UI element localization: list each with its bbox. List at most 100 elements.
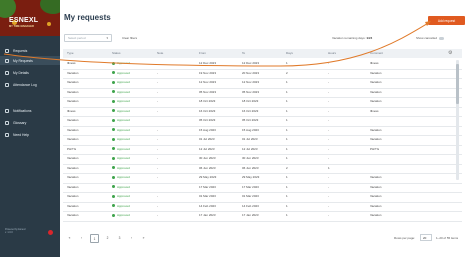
cell-type: Vacation [67,213,79,217]
cell-status: Approved [112,59,130,69]
clear-filters-link[interactable]: Clear filters [122,36,137,40]
book-icon [5,120,9,125]
status-text: Approved [117,118,130,122]
cell-status: Approved [112,192,130,202]
cell-from: 16 Oct 2023 [199,108,216,113]
column-header-comment[interactable]: Comment [370,49,383,58]
cell-days: 1 [286,156,288,160]
sidebar-item-my-details[interactable]: My Details [0,68,60,77]
cell-days: 1 [286,175,288,179]
sidebar-item-glossary[interactable]: Glossary [0,118,60,127]
cell-status: Approved [112,145,130,155]
cell-status: Approved [112,69,130,79]
cell-from: 12 Jul 2023 [199,146,215,151]
cell-type: Vacation [67,156,79,160]
prev-page-button[interactable]: ‹ [78,234,85,241]
cell-from: 19 Nov 2023 [199,70,217,75]
cell-hours: - [328,194,329,198]
cell-status: Approved [112,126,130,136]
cell-comment: Vacation [370,203,382,208]
column-header-type[interactable]: Type [67,49,74,58]
cell-comment: Vacation [370,194,382,198]
sidebar-item-notifications[interactable]: Notifications [0,106,60,115]
column-header-from[interactable]: From [199,49,206,58]
cell-note: - [157,108,158,113]
rows-per-page-select[interactable]: 20 [420,234,432,241]
status-text: Approved [117,175,130,179]
sidebar-item-my-requests[interactable]: My Requests [0,56,60,65]
check-circle-icon [112,147,115,151]
cell-days: 1 [286,127,288,132]
scrollbar[interactable] [456,60,459,180]
cell-from: 30 Jun 2023 [199,156,216,160]
check-circle-icon [112,61,115,65]
next-page-button[interactable]: › [128,234,135,241]
cell-note: - [157,203,158,208]
cell-to: 15 Aug 2023 [242,127,259,132]
cell-to: 05 Oct 2023 [242,118,259,122]
cell-status: Approved [112,164,130,174]
bell-icon [5,108,9,113]
cell-status: Approved [112,88,130,98]
gear-icon[interactable]: ⚙ [448,50,454,56]
cell-type: Vacation [67,165,79,170]
cell-days: 1 [286,203,288,208]
scrollbar-thumb[interactable] [456,64,459,104]
cell-note: - [157,137,158,141]
cell-type: PH/TG [67,146,77,151]
period-placeholder: Select period [68,36,86,40]
cell-type: Vacation [67,70,79,75]
check-circle-icon [112,204,115,208]
cell-note: - [157,127,158,132]
notification-badge-icon[interactable] [48,230,53,235]
sidebar-item-label: My Details [13,70,29,75]
cell-to: 20 Nov 2023 [242,70,260,75]
sidebar-item-label: Attendance Log [13,82,37,87]
cell-hours: - [328,127,329,132]
add-request-button[interactable]: Add request [428,16,465,25]
first-page-button[interactable]: « [66,234,73,241]
column-header-status[interactable]: Status [112,49,121,58]
cell-hours: - [328,61,329,65]
cell-to: 16 Oct 2023 [242,108,259,113]
cell-hours: - [328,99,329,103]
cell-hours: - [328,80,329,84]
cell-hours: - [328,108,329,113]
sidebar-item-attendance-log[interactable]: Attendance Log [0,80,60,89]
cell-comment: Vacation [370,89,382,94]
column-header-days[interactable]: Days [286,49,293,58]
sidebar-item-requests[interactable]: Requests [0,46,60,55]
cell-type: Vacation [67,89,79,94]
cell-type: Illness [67,61,76,65]
cell-status: Approved [112,78,130,88]
page-button-2[interactable]: 2 [104,234,111,241]
cell-days: 1 [286,80,288,84]
table-row[interactable]: Vacation Approved - 17 Jan 2023 17 Jan 2023 1… [63,211,462,222]
pagination: « ‹ 1 2 3 › » [66,234,147,243]
page-button-3[interactable]: 3 [116,234,123,241]
status-text: Approved [117,99,130,103]
sidebar-item-label: Glossary [13,120,27,125]
column-header-hours[interactable]: Hours [328,49,336,58]
last-page-button[interactable]: » [140,234,147,241]
cell-days: 1 [286,184,288,189]
cell-type: Vacation [67,118,79,122]
calendar-icon [5,82,9,87]
page-button-1[interactable]: 1 [90,234,99,243]
cell-to: 14 Feb 2023 [242,203,259,208]
status-text: Approved [117,70,130,75]
toggle-switch-icon[interactable] [439,36,445,40]
cell-hours: - [328,213,329,217]
cell-days: 1 [286,213,288,217]
period-select[interactable]: Select period ▾ [64,34,112,42]
cell-hours: - [328,118,329,122]
column-header-to[interactable]: To [242,49,245,58]
brand-logo[interactable]: ESNEXL [9,17,38,24]
sidebar-item-need-help[interactable]: Need Help [0,130,60,139]
cell-to: 17 Jan 2023 [242,213,259,217]
column-header-note[interactable]: Note [157,49,163,58]
cell-note: - [157,194,158,198]
show-cancelled-toggle[interactable]: Show cancelled [416,36,445,40]
status-text: Approved [117,184,130,189]
list-icon [5,58,9,63]
